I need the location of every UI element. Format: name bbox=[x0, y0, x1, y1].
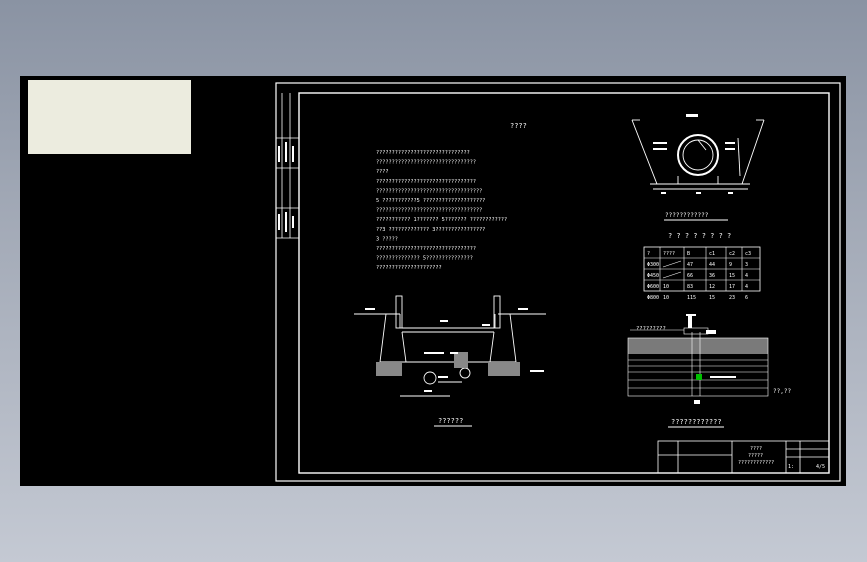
table-cell: 10 bbox=[663, 295, 669, 301]
table-cell: 36 bbox=[709, 273, 715, 279]
table-cell: 6 bbox=[745, 295, 748, 301]
table-cell-diagonal bbox=[662, 260, 682, 268]
title-block-scale: 1: bbox=[788, 464, 794, 470]
table-cell: Φ450 bbox=[647, 273, 659, 279]
table-cell: Φ800 bbox=[647, 295, 659, 301]
table-cell: 3 bbox=[745, 262, 748, 268]
title-block-line1: ???? bbox=[750, 446, 762, 452]
table-cell: 115 bbox=[687, 295, 696, 301]
dimension-table: ????? Bc1 c2 c3 Φ300 47 44 9 3 Φ450 66 36 15 4 Φ600 10 8… bbox=[643, 246, 761, 301]
table-title: ? ? ? ? ? ? ? ? bbox=[668, 232, 731, 240]
table-cell: 83 bbox=[687, 284, 693, 290]
table-cell: 66 bbox=[687, 273, 693, 279]
pipe-section-dims bbox=[653, 114, 735, 194]
note-line: ??3 ????????????? 3???????????????? bbox=[376, 227, 485, 233]
note-line: ?????????????? 5??????????????? bbox=[376, 256, 473, 262]
table-cell: 4 bbox=[745, 273, 748, 279]
right-section-title: ???????????? bbox=[671, 418, 722, 426]
table-cell: Φ600 bbox=[647, 284, 659, 290]
table-cell: 4 bbox=[745, 284, 748, 290]
table-cell: 9 bbox=[729, 262, 732, 268]
note-line: ?????????????????????????????? bbox=[376, 150, 470, 156]
table-header-cell: B bbox=[687, 251, 690, 257]
note-line: ???? bbox=[376, 169, 389, 175]
note-line: ???????????????????????????????? bbox=[376, 179, 476, 185]
side-note: ??,?? bbox=[773, 388, 791, 395]
note-line: ???????????????????????????????? bbox=[376, 160, 476, 166]
table-header-cell: c3 bbox=[745, 251, 751, 257]
masonry-hatch bbox=[376, 352, 520, 376]
pipe-cross-section bbox=[631, 119, 765, 190]
pipe-section-title: ???????????? bbox=[665, 212, 709, 219]
note-line: ????????????????????? bbox=[376, 265, 442, 271]
table-header-cell: c1 bbox=[709, 251, 715, 257]
table-cell: 47 bbox=[687, 262, 693, 268]
note-line: ?????????????????????????????????? bbox=[376, 208, 482, 214]
table-cell-diagonal bbox=[662, 271, 682, 279]
preview-panel bbox=[28, 80, 191, 154]
road-section-dims bbox=[365, 308, 544, 392]
table-header-cell: c2 bbox=[729, 251, 735, 257]
revision-strip-marks bbox=[278, 142, 294, 232]
table-cell: 12 bbox=[709, 284, 715, 290]
main-title: ???? bbox=[510, 122, 527, 130]
title-block bbox=[657, 440, 830, 474]
title-block-line3: ???????????? bbox=[738, 460, 774, 466]
table-header-cell: ? bbox=[647, 251, 650, 257]
note-line: 5 ???????????5 ???????????????????? bbox=[376, 198, 485, 204]
table-cell: 15 bbox=[709, 295, 715, 301]
table-cell: 44 bbox=[709, 262, 715, 268]
note-line: ?????????????????????????????????? bbox=[376, 188, 482, 194]
table-cell: 15 bbox=[729, 273, 735, 279]
left-section-title: ?????? bbox=[438, 417, 463, 425]
outer-frame bbox=[275, 82, 841, 482]
title-block-sheet: 4/5 bbox=[816, 464, 825, 470]
table-header-cell: ???? bbox=[663, 251, 675, 257]
leader-note: ????????? bbox=[636, 326, 666, 332]
notes-block: ????????????????????????????????????????… bbox=[376, 150, 507, 271]
note-line: 3 ????? bbox=[376, 236, 398, 242]
note-line: ???????????????????????????????? bbox=[376, 246, 476, 252]
note-line: ??????????? 1??????? 5??????? ??????????… bbox=[376, 217, 507, 223]
table-cell: Φ300 bbox=[647, 262, 659, 268]
table-cell: 17 bbox=[729, 284, 735, 290]
title-block-line2: ????? bbox=[748, 453, 763, 459]
road-cross-section bbox=[354, 295, 546, 397]
table-cell: 23 bbox=[729, 295, 735, 301]
table-cell: 10 bbox=[663, 284, 669, 290]
